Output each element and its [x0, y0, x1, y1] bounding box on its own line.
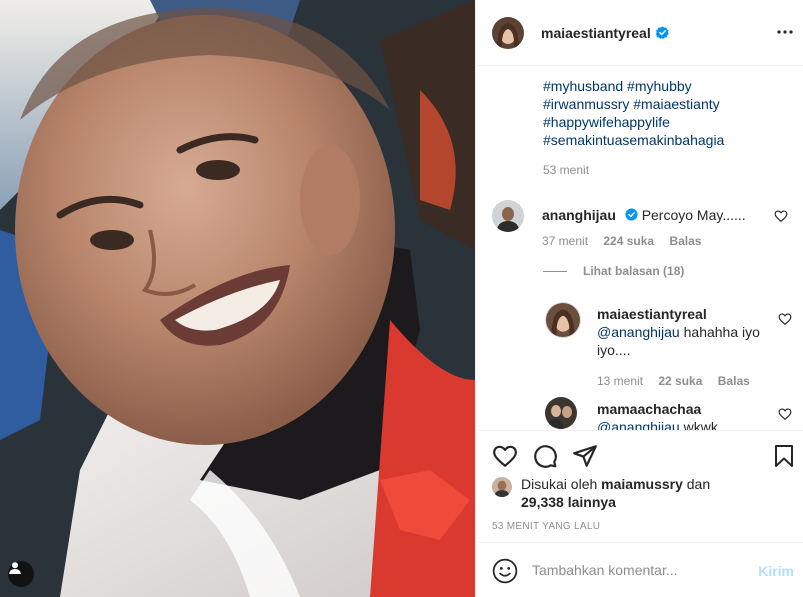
hashtag-line[interactable]: #myhusband #myhubby	[543, 77, 788, 95]
author-username[interactable]: maiaestiantyreal	[541, 25, 651, 41]
heart-icon[interactable]	[492, 443, 518, 469]
reply-time[interactable]: 13 menit	[597, 374, 643, 388]
post-photo[interactable]	[0, 0, 475, 597]
emoji-icon[interactable]	[492, 558, 518, 584]
comments-section[interactable]: #myhusband #myhubby #irwanmussry #maiaes…	[476, 67, 803, 430]
reply-avatar[interactable]	[545, 397, 577, 429]
post-details-panel: maiaestiantyreal #myhusband #myhubby #ir…	[475, 0, 803, 597]
caption-hashtags: #myhusband #myhubby #irwanmussry #maiaes…	[543, 77, 788, 149]
comment-likes[interactable]: 224 suka	[603, 234, 654, 248]
view-replies-label: Lihat balasan (18)	[583, 264, 685, 278]
add-comment-bar: Kirim	[476, 542, 803, 597]
reply-mention[interactable]: @ananghijau	[597, 324, 680, 340]
reply-text: wkwk	[683, 419, 718, 430]
view-replies-button[interactable]: Lihat balasan (18)	[543, 264, 684, 278]
author-avatar-image	[492, 16, 524, 49]
post-actions: Disukai oleh maiamussry dan 29,338 lainn…	[476, 430, 803, 542]
hashtag-line[interactable]: #irwanmussry #maiaestianty	[543, 95, 788, 113]
commenter-avatar-image	[492, 200, 524, 232]
reply-button[interactable]: Balas	[669, 234, 701, 248]
reply-likes[interactable]: 22 suka	[658, 374, 702, 388]
comment-time[interactable]: 37 menit	[542, 234, 588, 248]
liked-by-conj: dan	[686, 476, 711, 492]
commenter-avatar[interactable]	[492, 200, 524, 232]
reply-avatar-image	[545, 397, 577, 429]
liker-avatar-image	[492, 477, 512, 497]
reply-mention[interactable]: @ananghijau	[597, 419, 680, 430]
reply-avatar[interactable]	[545, 302, 581, 338]
verified-badge-icon	[655, 26, 669, 39]
comment-input[interactable]	[532, 559, 752, 581]
liked-by-user[interactable]: maiamussry	[601, 476, 683, 492]
comment-item: ananghijau Percoyo May...... 37 menit 22…	[492, 200, 792, 250]
comment-meta: 37 menit 224 suka Balas	[542, 234, 701, 248]
likes-count[interactable]: 29,338 lainnya	[521, 494, 616, 510]
liked-by-section: Disukai oleh maiamussry dan 29,338 lainn…	[492, 475, 741, 511]
reply-like-heart-icon[interactable]	[778, 312, 792, 326]
verified-badge-icon	[625, 208, 638, 221]
liker-avatar[interactable]	[492, 477, 512, 497]
caption-timestamp[interactable]: 53 menit	[543, 163, 589, 177]
comment-username[interactable]: ananghijau	[542, 207, 616, 223]
reply-like-heart-icon[interactable]	[778, 407, 792, 421]
comment-like-heart-icon[interactable]	[774, 209, 788, 223]
reply-meta: 13 menit 22 suka Balas	[597, 374, 750, 388]
comment-text: Percoyo May......	[641, 207, 746, 223]
reply-avatar-image	[546, 303, 580, 337]
user-tag-button[interactable]	[8, 561, 34, 587]
reply-item: maiaestiantyreal @ananghijau hahahha iyo…	[545, 302, 792, 388]
post-header: maiaestiantyreal	[476, 0, 803, 66]
more-options-icon[interactable]	[776, 22, 794, 42]
user-tag-icon	[9, 562, 21, 574]
bookmark-icon[interactable]	[772, 443, 796, 469]
reply-button[interactable]: Balas	[718, 374, 750, 388]
post-comment-button[interactable]: Kirim	[758, 563, 794, 579]
reply-username[interactable]: maiaestiantyreal	[597, 306, 707, 322]
hashtag-line[interactable]: #semakintuasemakinbahagia	[543, 131, 788, 149]
author-avatar[interactable]	[492, 16, 524, 49]
post-timestamp[interactable]: 53 MENIT YANG LALU	[492, 521, 600, 532]
reply-item: mamaachachaa @ananghijau wkwk	[545, 397, 792, 430]
liked-by-prefix: Disukai oleh	[521, 476, 598, 492]
hashtag-line[interactable]: #happywifehappylife	[543, 113, 788, 131]
post-image	[0, 0, 475, 597]
comment-icon[interactable]	[532, 443, 558, 469]
reply-username[interactable]: mamaachachaa	[597, 401, 701, 417]
share-icon[interactable]	[572, 443, 598, 469]
